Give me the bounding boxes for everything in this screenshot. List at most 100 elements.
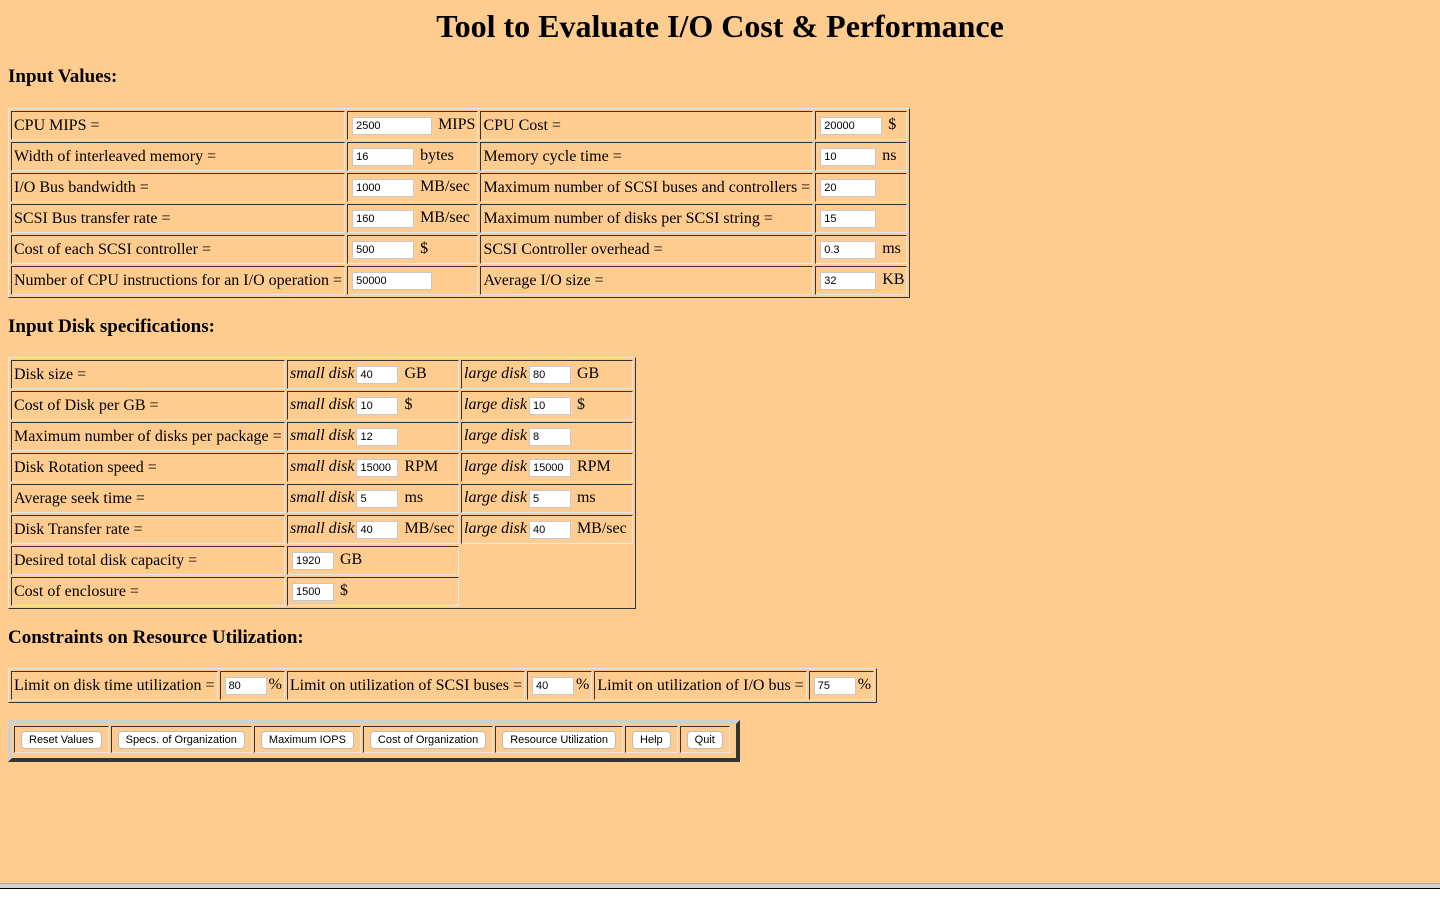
input-0-left-field[interactable] bbox=[352, 116, 433, 135]
field-label: CPU MIPS = bbox=[11, 111, 346, 140]
unit: RPM bbox=[576, 458, 611, 476]
field-label: Disk Rotation speed = bbox=[11, 453, 285, 482]
capacity-input[interactable] bbox=[292, 551, 334, 570]
unit: GB bbox=[576, 365, 600, 383]
unit: GB bbox=[404, 365, 427, 383]
unit bbox=[400, 427, 404, 444]
input-values-row: I/O Bus bandwidth = MB/sec Maximum number … bbox=[11, 173, 908, 202]
input-1-right-field[interactable] bbox=[820, 147, 877, 166]
small-disk-input[interactable] bbox=[356, 396, 399, 415]
input-3-right-field[interactable] bbox=[820, 209, 877, 228]
unit bbox=[878, 178, 882, 195]
disk-spec-row: Maximum number of disks per package = sma… bbox=[11, 422, 633, 451]
enclosure-input[interactable] bbox=[292, 582, 334, 601]
disk-spec-row: Cost of Disk per GB = small disk $ large di… bbox=[11, 391, 633, 420]
input-3-left-field[interactable] bbox=[352, 209, 415, 228]
io-bus-limit-input[interactable] bbox=[813, 676, 856, 695]
field-label: Number of CPU instructions for an I/O op… bbox=[11, 266, 346, 295]
input-values-row: CPU MIPS = MIPSCPU Cost = $ bbox=[11, 111, 908, 140]
unit: GB bbox=[340, 551, 363, 569]
disk-spec-row: Average seek time = small disk ms large dis… bbox=[11, 484, 633, 513]
input-4-left-field[interactable] bbox=[352, 240, 415, 259]
large-disk-label: large disk bbox=[464, 520, 527, 538]
input-5-left-field[interactable] bbox=[352, 271, 433, 290]
small-disk-label: small disk bbox=[290, 489, 355, 507]
unit: $ bbox=[420, 240, 429, 258]
unit: MB/sec bbox=[404, 520, 455, 538]
field-label: I/O Bus bandwidth = bbox=[11, 173, 346, 202]
unit: KB bbox=[882, 271, 905, 289]
button-bar: Reset Values Specs. of Organization Maxi… bbox=[8, 720, 740, 762]
field-label: SCSI Controller overhead = bbox=[480, 235, 814, 264]
unit: ms bbox=[576, 489, 596, 507]
large-disk-input[interactable] bbox=[528, 427, 571, 446]
input-values-table: CPU MIPS = MIPSCPU Cost = $ Width of interl… bbox=[8, 108, 911, 298]
field-label: Cost of enclosure = bbox=[11, 577, 285, 606]
input-0-right-field[interactable] bbox=[820, 116, 883, 135]
unit: ms bbox=[882, 240, 901, 258]
unit: bytes bbox=[420, 147, 454, 165]
input-values-row: Width of interleaved memory = bytes Memory… bbox=[11, 142, 908, 171]
specs-of-organization-button[interactable]: Specs. of Organization bbox=[117, 731, 245, 749]
unit: RPM bbox=[404, 458, 439, 476]
large-disk-input[interactable] bbox=[528, 489, 571, 508]
unit: % bbox=[576, 676, 590, 694]
page-title: Tool to Evaluate I/O Cost & Performance bbox=[436, 8, 1004, 44]
input-2-right-field[interactable] bbox=[820, 178, 877, 197]
large-disk-label: large disk bbox=[464, 365, 527, 383]
disk-spec-row: Desired total disk capacity = GB bbox=[11, 546, 633, 575]
constraints-table: Limit on disk time utilization = % Limit… bbox=[8, 668, 878, 703]
field-label: Average I/O size = bbox=[480, 266, 814, 295]
small-disk-input[interactable] bbox=[356, 458, 399, 477]
small-disk-input[interactable] bbox=[356, 365, 399, 384]
scsi-bus-limit-input[interactable] bbox=[532, 676, 575, 695]
large-disk-input[interactable] bbox=[528, 396, 571, 415]
input-2-left-field[interactable] bbox=[352, 178, 415, 197]
small-disk-label: small disk bbox=[290, 396, 355, 414]
input-values-row: Cost of each SCSI controller = $ SCSI Cont… bbox=[11, 235, 908, 264]
unit: MB/sec bbox=[420, 178, 470, 196]
field-label: Maximum number of SCSI buses and control… bbox=[480, 173, 814, 202]
section-heading-constraints: Constraints on Resource Utilization: bbox=[8, 627, 304, 648]
reset-values-button[interactable]: Reset Values bbox=[21, 731, 102, 749]
unit: MB/sec bbox=[576, 520, 627, 538]
field-label: Memory cycle time = bbox=[480, 142, 814, 171]
unit: MIPS bbox=[438, 116, 476, 134]
disk-specs-table: Disk size = small disk GB large disk GB Cost … bbox=[8, 357, 636, 609]
field-label: Maximum number of disks per package = bbox=[11, 422, 285, 451]
quit-button[interactable]: Quit bbox=[686, 731, 723, 749]
maximum-iops-button[interactable]: Maximum IOPS bbox=[260, 731, 354, 749]
input-values-row: SCSI Bus transfer rate = MB/sec Maximum nu… bbox=[11, 204, 908, 233]
input-5-right-field[interactable] bbox=[820, 271, 877, 290]
small-disk-input[interactable] bbox=[356, 489, 399, 508]
large-disk-label: large disk bbox=[464, 427, 527, 445]
unit: $ bbox=[404, 396, 413, 414]
large-disk-input[interactable] bbox=[528, 365, 571, 384]
unit: % bbox=[268, 676, 282, 694]
disk-time-limit-input[interactable] bbox=[224, 676, 267, 695]
unit: % bbox=[857, 676, 872, 694]
field-label: SCSI Bus transfer rate = bbox=[11, 204, 346, 233]
large-disk-input[interactable] bbox=[528, 520, 571, 539]
small-disk-label: small disk bbox=[290, 520, 355, 538]
unit: MB/sec bbox=[420, 209, 470, 227]
input-1-left-field[interactable] bbox=[352, 147, 415, 166]
input-4-right-field[interactable] bbox=[820, 240, 877, 259]
small-disk-input[interactable] bbox=[356, 520, 399, 539]
unit: $ bbox=[576, 396, 585, 414]
unit bbox=[573, 427, 577, 444]
field-label: Desired total disk capacity = bbox=[11, 546, 285, 575]
small-disk-label: small disk bbox=[290, 427, 355, 445]
window-bottom bbox=[0, 889, 1440, 900]
help-button[interactable]: Help bbox=[632, 731, 671, 749]
disk-spec-row: Disk Transfer rate = small disk MB/sec larg… bbox=[11, 515, 633, 544]
large-disk-input[interactable] bbox=[528, 458, 571, 477]
cost-of-organization-button[interactable]: Cost of Organization bbox=[369, 731, 487, 749]
unit bbox=[878, 209, 882, 226]
field-label: Cost of Disk per GB = bbox=[11, 391, 285, 420]
section-heading-input-values: Input Values: bbox=[8, 66, 118, 87]
resource-utilization-button[interactable]: Resource Utilization bbox=[502, 731, 617, 749]
unit: ns bbox=[882, 147, 897, 165]
small-disk-input[interactable] bbox=[356, 427, 399, 446]
input-values-row: Number of CPU instructions for an I/O op… bbox=[11, 266, 908, 295]
